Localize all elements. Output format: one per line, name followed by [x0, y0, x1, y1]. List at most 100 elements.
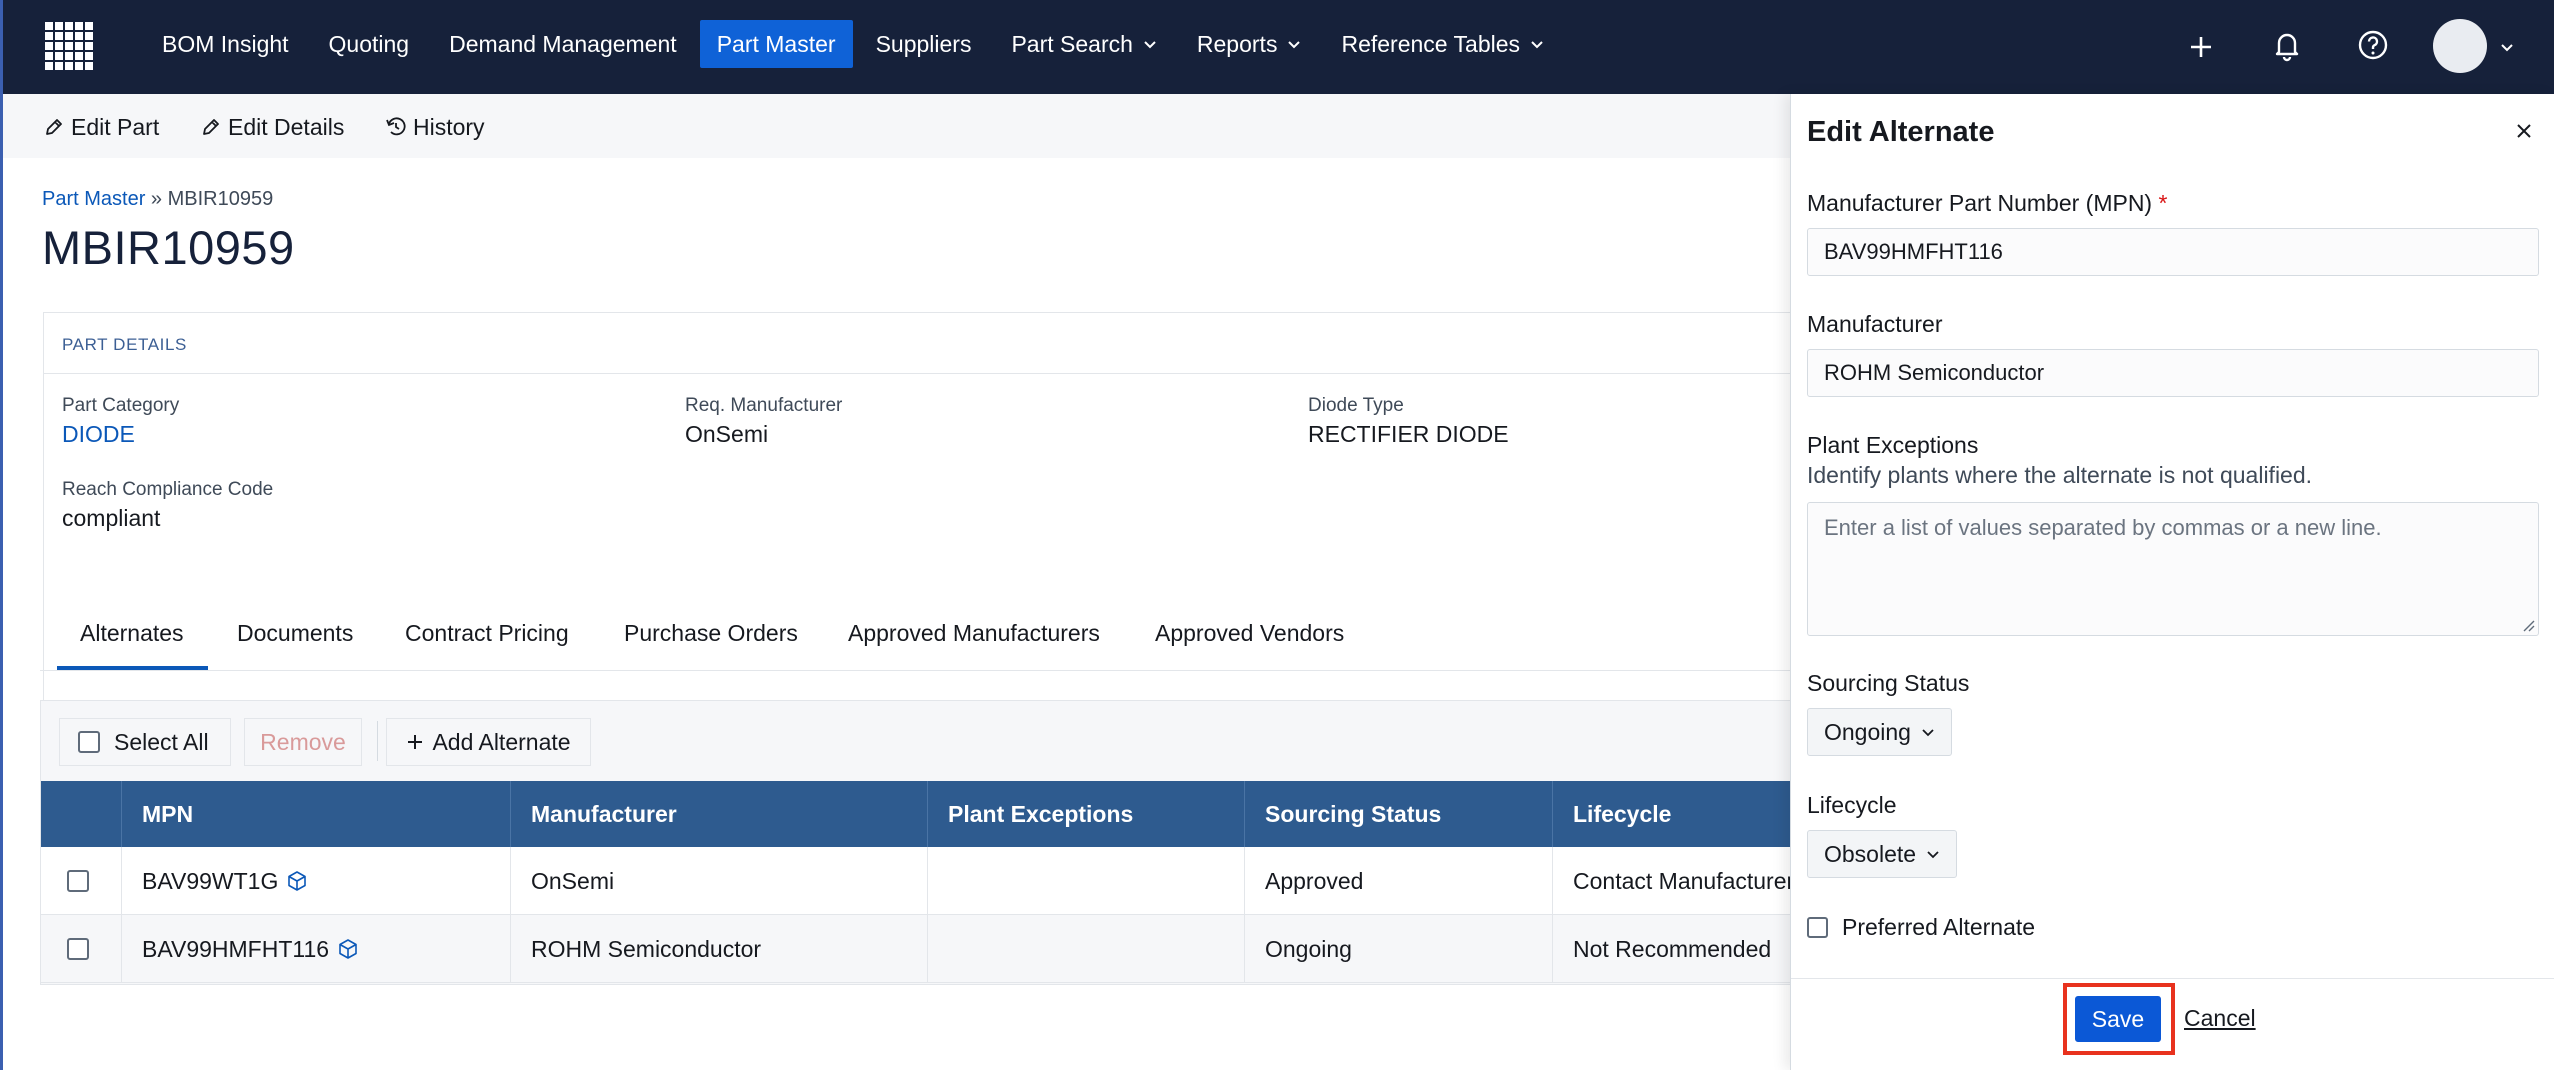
cell-manufacturer: OnSemi: [510, 847, 927, 915]
cell-mpn: BAV99WT1G: [121, 847, 510, 915]
sourcing-status-select[interactable]: Ongoing: [1807, 708, 1952, 756]
column-manufacturer[interactable]: Manufacturer: [510, 781, 927, 847]
edit-alternate-panel: Edit Alternate Manufacturer Part Number …: [1790, 94, 2554, 1070]
column-plant-exceptions[interactable]: Plant Exceptions: [927, 781, 1244, 847]
mpn-field-label: Manufacturer Part Number (MPN) *: [1807, 190, 2167, 217]
diode-type-value: RECTIFIER DIODE: [1308, 421, 1509, 447]
preferred-alternate-option[interactable]: Preferred Alternate: [1807, 914, 2035, 941]
column-mpn[interactable]: MPN: [121, 781, 510, 847]
column-label: Plant Exceptions: [948, 800, 1134, 827]
column-lifecycle[interactable]: Lifecycle: [1552, 781, 1801, 847]
nav-label: Part Search: [1011, 30, 1133, 57]
breadcrumb-part-master-link[interactable]: Part Master: [42, 188, 145, 210]
preferred-alternate-checkbox[interactable]: [1807, 917, 1828, 938]
tab-purchase-orders[interactable]: Purchase Orders: [624, 620, 798, 647]
req-manufacturer-value: OnSemi: [685, 421, 769, 447]
tab-approved-vendors[interactable]: Approved Vendors: [1155, 620, 1344, 647]
top-navigation: BOM Insight Quoting Demand Management Pa…: [0, 0, 2554, 94]
history-button[interactable]: History: [385, 112, 485, 142]
alternates-panel: Select All Remove Add Alternate MPN Manu…: [40, 700, 1801, 985]
cell-manufacturer: ROHM Semiconductor: [510, 915, 927, 983]
history-icon: [386, 117, 406, 136]
add-alternate-label: Add Alternate: [432, 728, 571, 755]
resize-handle-icon[interactable]: [2521, 618, 2535, 632]
nav-label: Demand Management: [449, 30, 677, 57]
select-all-button[interactable]: Select All: [59, 718, 231, 766]
tab-documents[interactable]: Documents: [237, 620, 353, 647]
cancel-link[interactable]: Cancel: [2184, 1005, 2256, 1032]
manufacturer-field-label: Manufacturer: [1807, 311, 1943, 337]
nav-part-search[interactable]: Part Search: [994, 20, 1173, 68]
nav-demand-management[interactable]: Demand Management: [432, 20, 694, 68]
tab-alternates[interactable]: Alternates: [80, 620, 184, 647]
lifecycle-select[interactable]: Obsolete: [1807, 830, 1958, 878]
lifecycle-value: Obsolete: [1824, 840, 1917, 867]
table-row[interactable]: BAV99WT1G OnSemi Approved Contact Manufa…: [41, 847, 1801, 915]
pencil-icon: [46, 119, 62, 135]
nav-label: BOM Insight: [162, 30, 289, 57]
toolbar-divider: [377, 721, 378, 761]
nav-reference-tables[interactable]: Reference Tables: [1324, 20, 1561, 68]
close-icon[interactable]: [2513, 120, 2535, 142]
column-label: Manufacturer: [531, 800, 677, 827]
add-alternate-button[interactable]: Add Alternate: [386, 718, 591, 766]
sourcing-status-value: Ongoing: [1824, 718, 1911, 745]
required-marker: *: [2158, 190, 2168, 216]
part-details-heading: PART DETAILS: [62, 335, 187, 354]
column-select: [41, 781, 121, 847]
nav-label: Reference Tables: [1341, 30, 1521, 57]
select-all-checkbox[interactable]: [78, 731, 100, 753]
column-sourcing-status[interactable]: Sourcing Status: [1244, 781, 1552, 847]
bell-icon[interactable]: [2269, 27, 2305, 63]
chevron-down-icon: [1288, 41, 1301, 49]
edit-details-label: Edit Details: [228, 113, 345, 140]
active-tab-indicator: [57, 666, 208, 670]
req-manufacturer-label: Req. Manufacturer: [685, 395, 843, 416]
tab-contract-pricing[interactable]: Contract Pricing: [405, 620, 569, 647]
tab-approved-manufacturers[interactable]: Approved Manufacturers: [848, 620, 1100, 647]
app-logo-icon[interactable]: [43, 20, 97, 74]
user-avatar[interactable]: [2433, 19, 2487, 73]
remove-button[interactable]: Remove: [244, 718, 362, 766]
row-checkbox[interactable]: [67, 870, 89, 892]
nav-label: Part Master: [716, 30, 836, 57]
cell-lifecycle: Contact Manufacturer: [1552, 847, 1801, 915]
nav-quoting[interactable]: Quoting: [312, 20, 427, 68]
lifecycle-label: Lifecycle: [1807, 792, 1897, 818]
reach-compliance-label: Reach Compliance Code: [62, 479, 274, 500]
breadcrumb-separator: »: [145, 188, 168, 210]
plant-exceptions-textarea[interactable]: Enter a list of values separated by comm…: [1807, 502, 2539, 636]
mpn-text: BAV99WT1G: [142, 867, 279, 894]
part-category-link[interactable]: DIODE: [62, 421, 135, 448]
mpn-input[interactable]: BAV99HMFHT116: [1807, 228, 2539, 276]
chevron-down-icon[interactable]: [2499, 39, 2515, 55]
manufacturer-input[interactable]: ROHM Semiconductor: [1807, 349, 2539, 397]
pencil-icon: [203, 119, 219, 135]
plus-icon[interactable]: [2183, 29, 2219, 65]
row-checkbox[interactable]: [67, 938, 89, 960]
nav-part-master[interactable]: Part Master: [699, 20, 853, 68]
breadcrumb-current: MBIR10959: [167, 188, 274, 210]
nav-reports[interactable]: Reports: [1180, 20, 1319, 68]
history-label: History: [413, 113, 485, 140]
part-tabs: Alternates Documents Contract Pricing Pu…: [40, 530, 1800, 671]
help-icon[interactable]: [2355, 27, 2391, 63]
select-all-label: Select All: [114, 728, 209, 755]
plus-icon: [408, 735, 423, 749]
save-button[interactable]: Save: [2075, 996, 2161, 1042]
chevron-down-icon: [1927, 851, 1939, 859]
table-row[interactable]: BAV99HMFHT116 ROHM Semiconductor Ongoing…: [41, 915, 1801, 983]
breadcrumb: Part Master » MBIR10959: [42, 188, 273, 211]
column-label: Lifecycle: [1573, 800, 1672, 827]
nav-bom-insight[interactable]: BOM Insight: [145, 20, 306, 68]
nav-suppliers[interactable]: Suppliers: [859, 20, 989, 68]
cube-icon[interactable]: [286, 870, 308, 892]
edit-details-button[interactable]: Edit Details: [200, 112, 344, 142]
edit-part-label: Edit Part: [71, 113, 160, 140]
plant-exceptions-placeholder: Enter a list of values separated by comm…: [1824, 515, 2382, 540]
mpn-text: BAV99HMFHT116: [142, 935, 330, 962]
cell-plant-exceptions: [927, 915, 1244, 983]
cell-sourcing-status: Approved: [1244, 847, 1552, 915]
edit-part-button[interactable]: Edit Part: [43, 112, 159, 142]
cube-icon[interactable]: [337, 938, 359, 960]
